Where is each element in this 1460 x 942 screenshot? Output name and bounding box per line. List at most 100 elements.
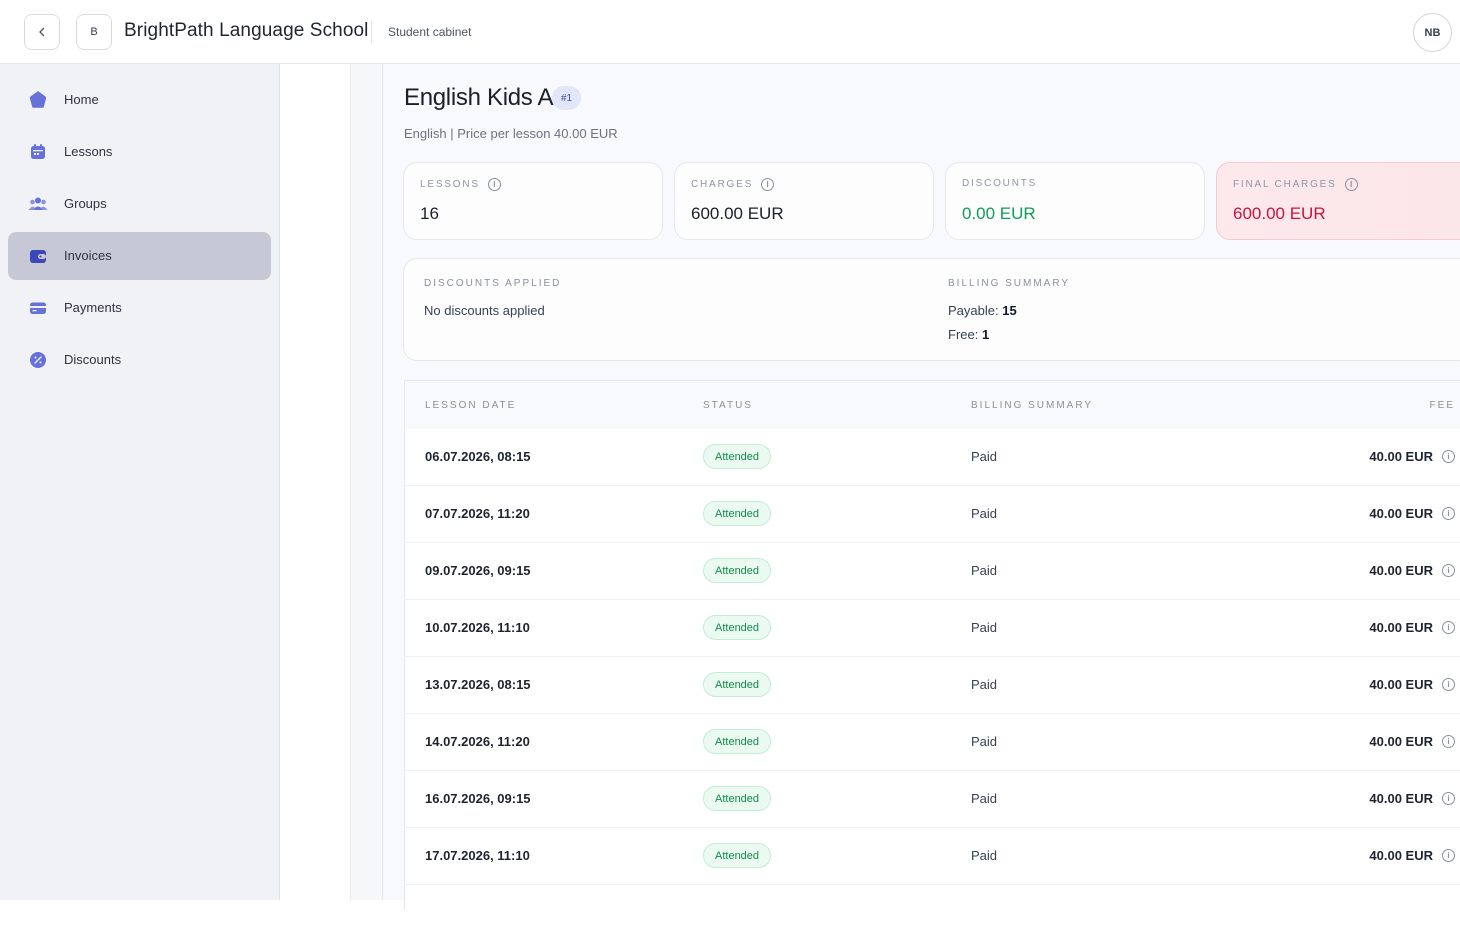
stat-label-text: Final charges: [1233, 179, 1337, 190]
status-badge: Attended: [703, 672, 772, 697]
info-icon[interactable]: i: [761, 178, 775, 191]
table-row[interactable]: 10.07.2026, 11:10 Attended Paid 40.00 EUR i: [405, 600, 1460, 657]
status-badge: Attended: [703, 558, 772, 583]
column-header-lesson-date[interactable]: Lesson date: [425, 400, 516, 411]
billing-summary-label: Billing summary: [948, 278, 1071, 289]
sidebar-item-home[interactable]: Home: [8, 76, 271, 124]
table-row[interactable]: 06.07.2026, 08:15 Attended Paid 40.00 EUR i: [405, 429, 1460, 486]
table-row[interactable]: 09.07.2026, 09:15 Attended Paid 40.00 EUR i: [405, 543, 1460, 600]
info-icon[interactable]: i: [1442, 507, 1455, 520]
info-icon[interactable]: i: [1442, 564, 1455, 577]
sidebar-item-invoices[interactable]: Invoices: [8, 232, 271, 280]
app-title: BrightPath Language School: [124, 20, 369, 41]
status-badge: Attended: [703, 786, 772, 811]
table-row[interactable]: 14.07.2026, 11:20 Attended Paid 40.00 EUR i: [405, 714, 1460, 771]
table-row[interactable]: 13.07.2026, 08:15 Attended Paid 40.00 EUR i: [405, 657, 1460, 714]
group-number-badge: #1: [552, 86, 581, 110]
invoice-detail: English Kids A #1 English | Price per le…: [383, 64, 1460, 942]
stat-value-charges: 600.00 EUR: [691, 204, 784, 223]
group-meta: English | Price per lesson 40.00 EUR: [404, 126, 618, 141]
billing-summary-cell: Paid: [971, 848, 998, 863]
status-badge: Attended: [703, 615, 772, 640]
stat-value-lessons: 16: [420, 204, 439, 223]
percent-icon: [30, 352, 46, 368]
info-icon[interactable]: i: [1442, 849, 1455, 862]
fee-cell: 40.00 EUR: [1369, 563, 1433, 578]
page-subtitle: Student cabinet: [388, 25, 472, 39]
group-title: English Kids A: [404, 84, 554, 111]
lesson-date-cell: 14.07.2026, 11:20: [425, 734, 530, 749]
back-button[interactable]: [24, 14, 60, 50]
table-row[interactable]: 16.07.2026, 09:15 Attended Paid 40.00 EUR i: [405, 771, 1460, 828]
billing-summary-cell: Paid: [971, 620, 998, 635]
credit-card-icon: [30, 302, 46, 314]
content-gutter: [281, 64, 351, 900]
sidebar-item-label: Groups: [64, 196, 107, 211]
table-row[interactable]: 17.07.2026, 11:10 Attended Paid 40.00 EUR i: [405, 828, 1460, 885]
free-label: Free:: [948, 327, 979, 342]
stat-label: Lessons i: [420, 178, 501, 191]
stat-card-discounts: Discounts 0.00 EUR: [945, 162, 1205, 240]
lesson-date-cell: 17.07.2026, 11:10: [425, 848, 530, 863]
status-badge: Attended: [703, 843, 772, 868]
payable-count: Payable: 15: [948, 303, 1017, 318]
status-badge: Attended: [703, 444, 772, 469]
info-icon[interactable]: i: [1442, 735, 1455, 748]
stat-value-final-charges: 600.00 EUR: [1233, 204, 1326, 223]
sidebar: Home Lessons Groups Invoices Payments Di…: [0, 64, 280, 900]
column-header-billing-summary[interactable]: Billing summary: [971, 400, 1093, 411]
sidebar-item-payments[interactable]: Payments: [8, 284, 271, 332]
stat-label-text: Discounts: [962, 178, 1038, 189]
billing-summary-cell: Paid: [971, 677, 998, 692]
fee-cell: 40.00 EUR: [1369, 620, 1433, 635]
payable-label: Payable:: [948, 303, 999, 318]
lesson-date-cell: 16.07.2026, 09:15: [425, 791, 531, 806]
fee-cell: 40.00 EUR: [1369, 506, 1433, 521]
stat-label-text: Charges: [691, 179, 754, 190]
billing-summary-cell: Paid: [971, 791, 998, 806]
side-panel-strip: [351, 64, 383, 900]
fee-cell: 40.00 EUR: [1369, 734, 1433, 749]
info-icon[interactable]: i: [1442, 678, 1455, 691]
users-icon: [28, 197, 48, 210]
sidebar-item-discounts[interactable]: Discounts: [8, 336, 271, 384]
lesson-date-cell: 06.07.2026, 08:15: [425, 449, 531, 464]
school-logo[interactable]: B: [76, 14, 112, 50]
free-value: 1: [981, 327, 990, 342]
fee-cell: 40.00 EUR: [1369, 449, 1433, 464]
lesson-date-cell: 09.07.2026, 09:15: [425, 563, 531, 578]
summary-card: Discounts applied No discounts applied B…: [403, 258, 1460, 361]
info-icon[interactable]: i: [1442, 792, 1455, 805]
free-count: Free: 1: [948, 327, 989, 342]
info-icon[interactable]: i: [1442, 450, 1455, 463]
home-icon: [29, 91, 47, 108]
stat-label: Charges i: [691, 178, 775, 191]
table-row[interactable]: 07.07.2026, 11:20 Attended Paid 40.00 EUR i: [405, 486, 1460, 543]
stat-label-text: Lessons: [420, 179, 480, 190]
sidebar-item-lessons[interactable]: Lessons: [8, 128, 271, 176]
table-row[interactable]: [405, 885, 1460, 942]
user-avatar[interactable]: NB: [1413, 13, 1452, 52]
lesson-date-cell: 07.07.2026, 11:20: [425, 506, 530, 521]
info-icon[interactable]: i: [1442, 621, 1455, 634]
calendar-icon: [31, 144, 45, 159]
payable-value: 15: [1002, 303, 1017, 318]
stat-label: Final charges i: [1233, 178, 1358, 191]
sidebar-item-label: Lessons: [64, 144, 113, 159]
stat-card-charges: Charges i 600.00 EUR: [674, 162, 934, 240]
fee-cell: 40.00 EUR: [1369, 791, 1433, 806]
table-header: Lesson date Status Billing summary Fee: [405, 381, 1460, 429]
info-icon[interactable]: i: [1344, 178, 1358, 191]
wallet-icon: [30, 250, 46, 263]
column-header-status[interactable]: Status: [703, 400, 753, 411]
info-icon[interactable]: i: [487, 178, 501, 191]
title-divider: [371, 19, 372, 45]
column-header-fee[interactable]: Fee: [1430, 400, 1455, 411]
lesson-date-cell: 10.07.2026, 11:10: [425, 620, 530, 635]
sidebar-item-groups[interactable]: Groups: [8, 180, 271, 228]
lessons-table: Lesson date Status Billing summary Fee 0…: [404, 380, 1460, 942]
sidebar-item-label: Payments: [64, 300, 122, 315]
sidebar-item-label: Home: [64, 92, 99, 107]
discounts-applied-label: Discounts applied: [424, 278, 562, 289]
stat-card-lessons: Lessons i 16: [403, 162, 663, 240]
